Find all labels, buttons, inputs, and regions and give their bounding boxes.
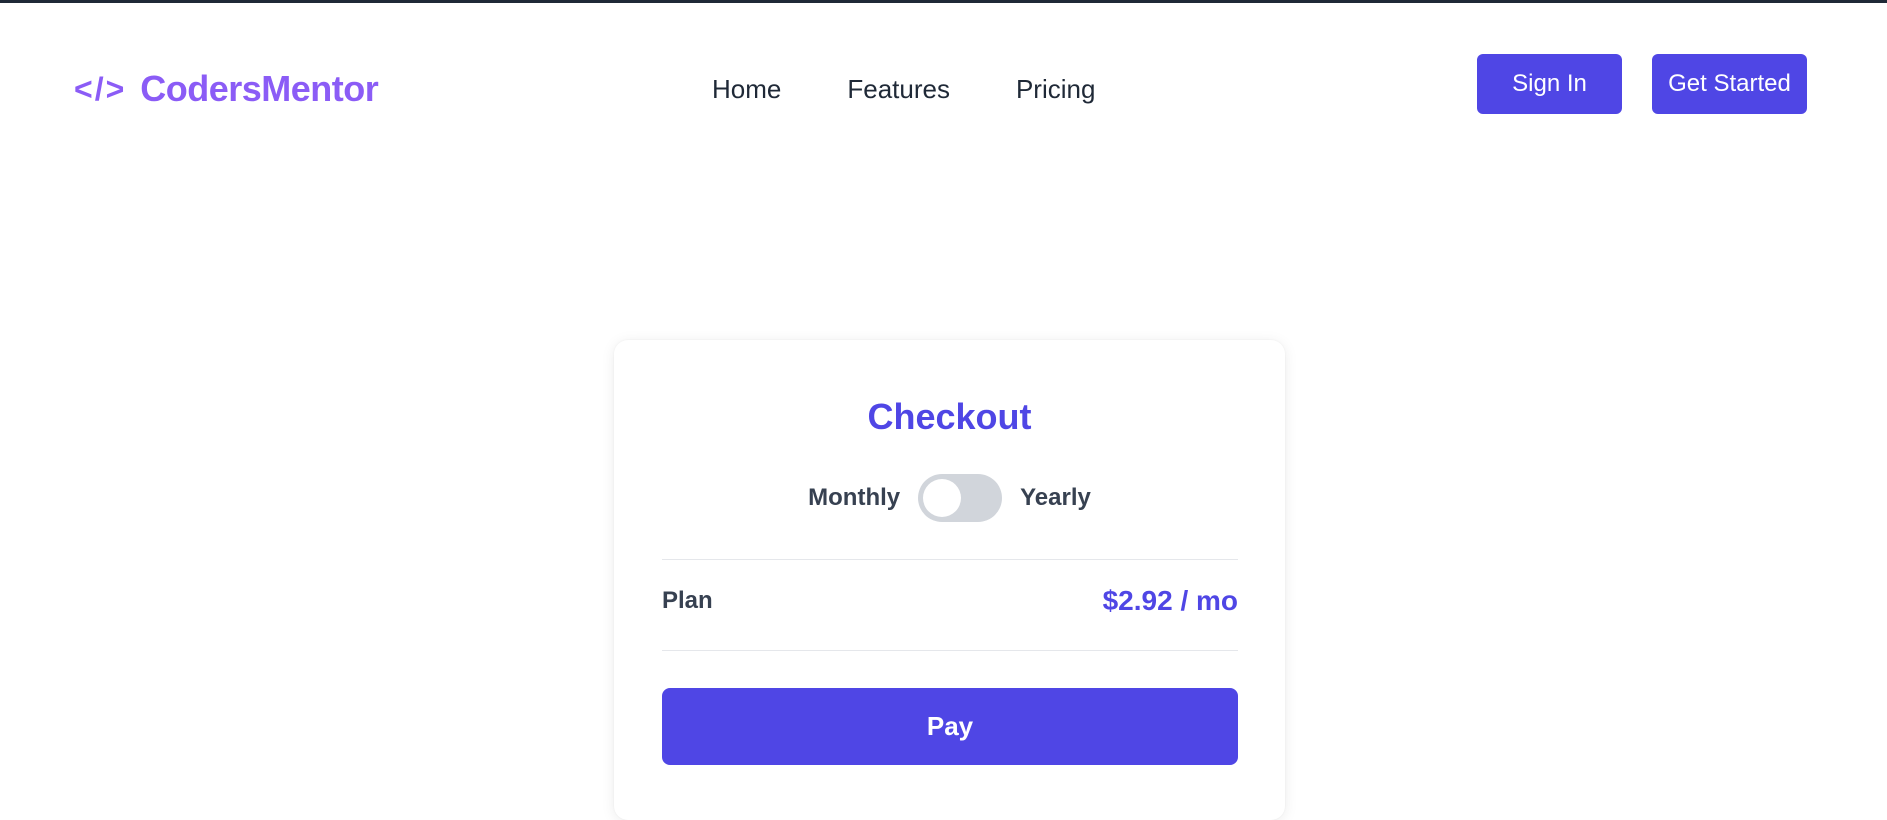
plan-label: Plan — [662, 587, 713, 614]
get-started-button[interactable]: Get Started — [1652, 54, 1807, 114]
nav-home-link[interactable]: Home — [712, 69, 781, 109]
toggle-knob — [923, 479, 962, 517]
checkout-card: Checkout Monthly Yearly Plan $2.92 / mo … — [614, 340, 1285, 820]
pay-button[interactable]: Pay — [662, 688, 1238, 765]
plan-row: Plan $2.92 / mo — [662, 585, 1238, 617]
code-brackets-icon: </> — [74, 71, 127, 107]
main-nav: Home Features Pricing — [712, 69, 1095, 109]
sign-in-button[interactable]: Sign In — [1477, 54, 1622, 114]
plan-price: $2.92 / mo — [1102, 585, 1238, 616]
logo[interactable]: </> CodersMentor — [74, 67, 379, 111]
nav-pricing-link[interactable]: Pricing — [1016, 69, 1095, 109]
divider — [662, 559, 1238, 560]
billing-period-toggle[interactable] — [918, 474, 1003, 522]
logo-text: CodersMentor — [140, 68, 379, 109]
site-header: </> CodersMentor Home Features Pricing S… — [0, 3, 1887, 143]
checkout-title: Checkout — [867, 396, 1032, 437]
monthly-label: Monthly — [808, 484, 901, 511]
billing-period-toggle-row: Monthly Yearly — [614, 474, 1285, 522]
nav-features-link[interactable]: Features — [847, 69, 950, 109]
divider — [662, 650, 1238, 651]
yearly-label: Yearly — [1020, 484, 1091, 511]
